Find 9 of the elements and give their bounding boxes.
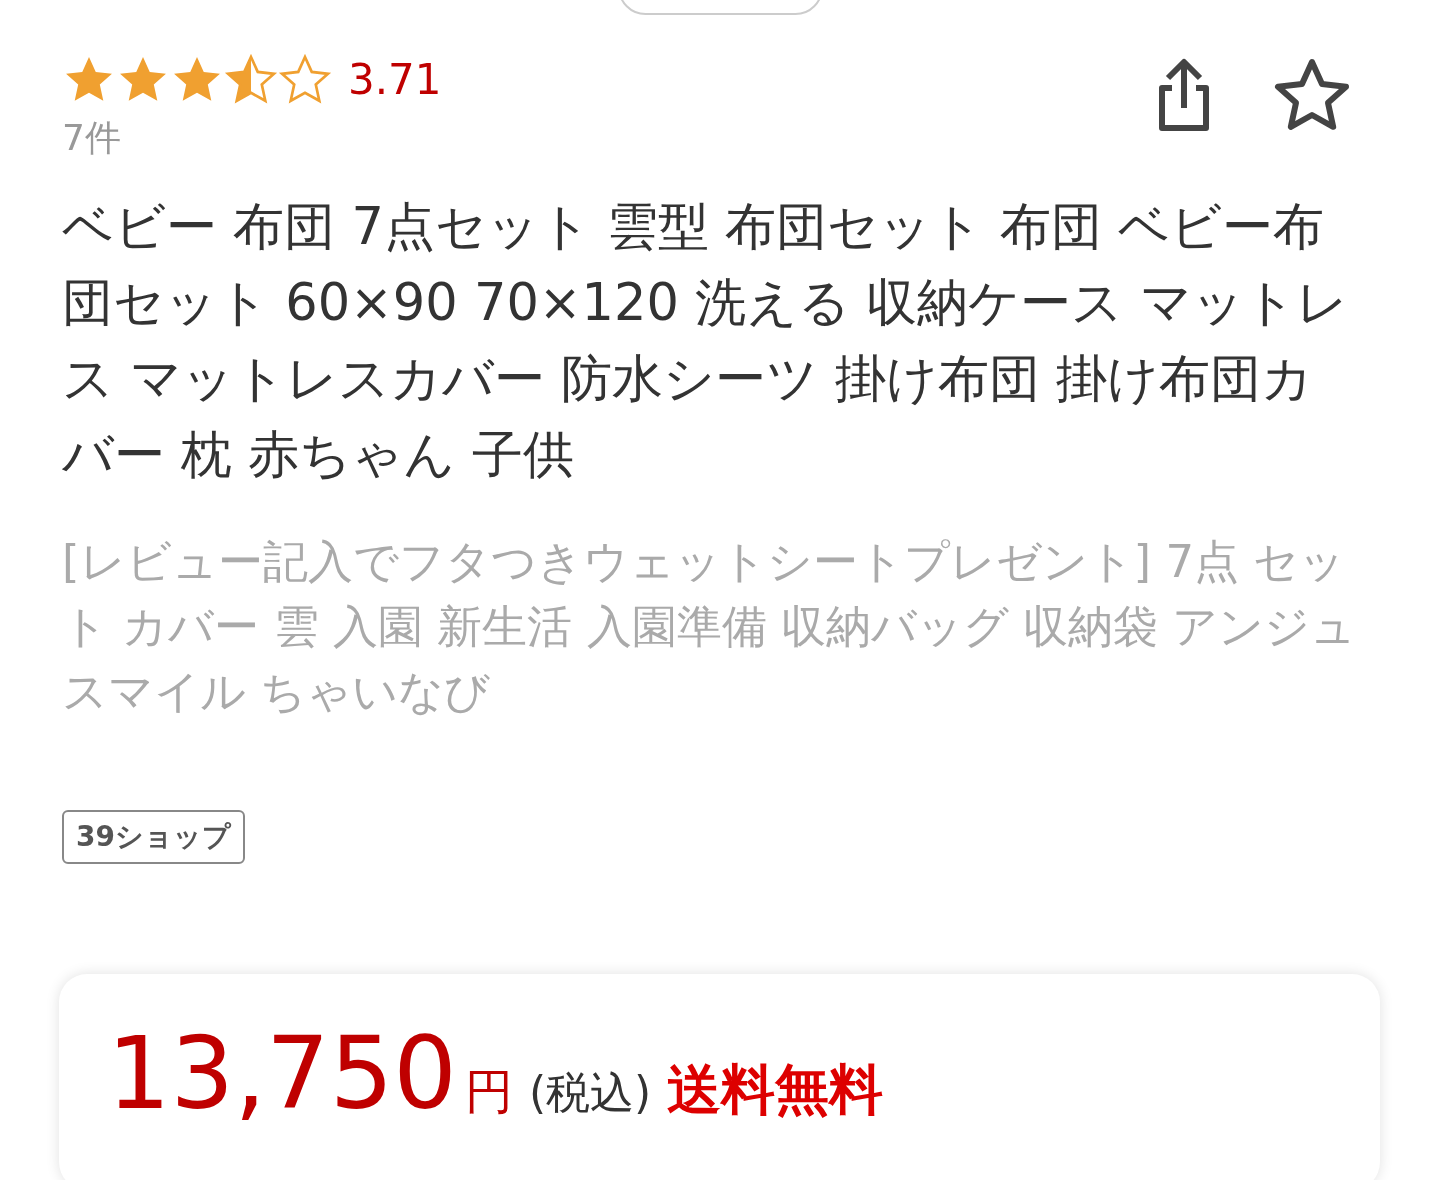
rating-score: 3.71 — [348, 54, 442, 106]
free-shipping-label: 送料無料 — [667, 1057, 884, 1123]
price-amount: 13,750 — [107, 1024, 457, 1124]
product-title: ベビー 布団 7点セット 雲型 布団セット 布団 ベビー布団セット 60×90 70×120 洗える 収納ケース マットレス マットレスカバー 防水シーツ 掛け布団 掛け布団カバー 枕 赤ちゃん 子供 — [62, 196, 1349, 486]
review-count: 7件 — [62, 116, 122, 160]
shop-tag[interactable]: 39ショップ — [62, 810, 245, 864]
tax-note: (税込) — [528, 1066, 652, 1120]
product-subtitle: [レビュー記入でフタつきウェットシートプレゼント] 7点 セット カバー 雲 入園 新生活 入園準備 収納バッグ 収納袋 アンジュスマイル ちゃいなび — [62, 534, 1358, 720]
price-unit: 円 — [464, 1062, 513, 1121]
